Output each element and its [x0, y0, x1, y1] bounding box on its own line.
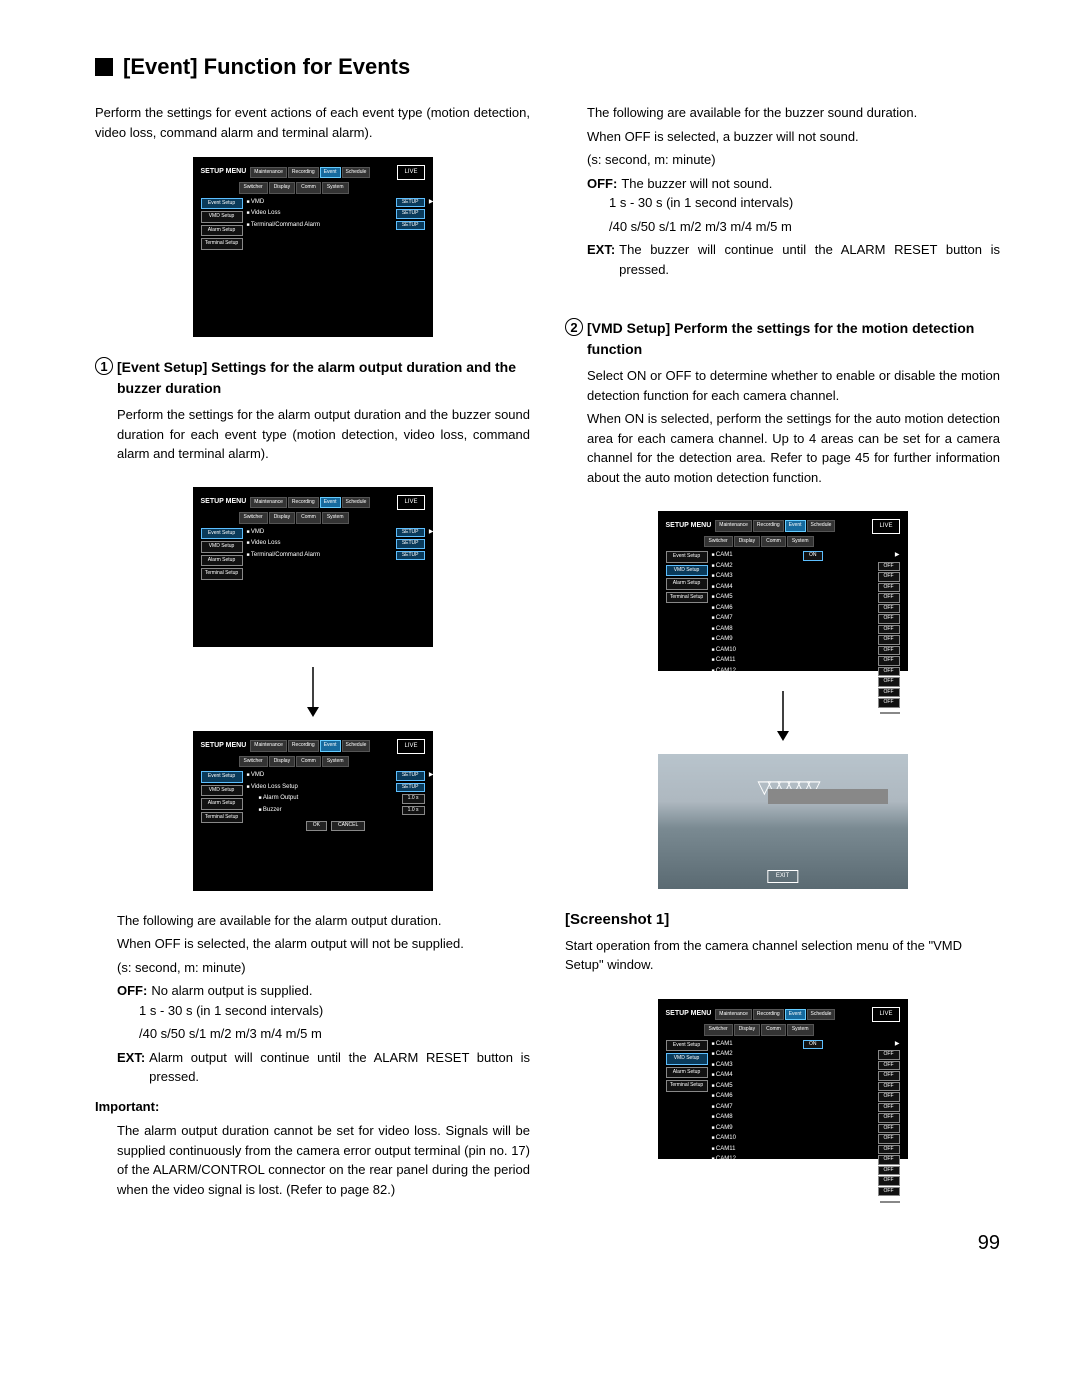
figure-1: SETUP MENU Maintenance Recording Event S… [193, 157, 433, 337]
cam-row: CAM11OFF [712, 1145, 900, 1155]
cam-row: CAM3OFF [712, 572, 900, 582]
important-label: Important: [95, 1097, 530, 1117]
live-label: LIVE [397, 165, 424, 180]
screenshot1-text: Start operation from the camera channel … [565, 936, 1000, 975]
cam-row: CAM8OFF [712, 625, 900, 635]
tab: Recording [288, 167, 319, 179]
page-number: 99 [95, 1228, 1000, 1258]
roof-bar [768, 789, 888, 804]
cam-row: CAM11OFF [712, 656, 900, 666]
cam-row: CAM2OFF [712, 562, 900, 572]
exit-label: EXIT [767, 870, 798, 883]
sect1-p1: Perform the settings for the alarm outpu… [117, 405, 530, 464]
cam-row: CAM7OFF [712, 614, 900, 624]
screenshot1-head: [Screenshot 1] [565, 909, 1000, 932]
cam-row: CAM6OFF [712, 604, 900, 614]
title-text: [Event] Function for Events [123, 50, 410, 83]
section1-head: 1 [Event Setup] Settings for the alarm o… [95, 357, 530, 399]
cam-row: CAM6OFF [712, 1092, 900, 1102]
figure-3: SETUP MENU Maintenance Recording Event S… [193, 731, 433, 891]
cam-row: CAM12OFF [712, 1155, 900, 1165]
circled-1: 1 [95, 357, 113, 375]
cam-row: CAM10OFF [712, 646, 900, 656]
figure-5-photo: ▽▽▽▽▽▽ EXIT [658, 754, 908, 889]
cam-row: CAM16 [712, 1197, 900, 1206]
cam-row: CAM4OFF [712, 583, 900, 593]
cam-row: CAM7OFF [712, 1103, 900, 1113]
cam-row: CAM13OFF [712, 1166, 900, 1176]
tab: Schedule [342, 167, 371, 179]
figure-2: SETUP MENU Maintenance Recording Event S… [193, 487, 433, 647]
cam-row: CAM1ON▶ [712, 1040, 900, 1050]
cam-row: CAM1ON▶ [712, 551, 900, 561]
cam-row: CAM9OFF [712, 635, 900, 645]
cam-row: CAM8OFF [712, 1113, 900, 1123]
circled-2: 2 [565, 318, 583, 336]
cam-row: CAM9OFF [712, 1124, 900, 1134]
cam-row: CAM10OFF [712, 1134, 900, 1144]
cam-row: CAM4OFF [712, 1071, 900, 1081]
intro-text: Perform the settings for event actions o… [95, 103, 530, 142]
cam-row: CAM5OFF [712, 1082, 900, 1092]
tab: Event [320, 167, 341, 179]
col-left: Perform the settings for event actions o… [95, 103, 530, 1203]
col-right: The following are available for the buzz… [565, 103, 1000, 1203]
fig-sidebar: Event Setup VMD Setup Alarm Setup Termin… [201, 198, 243, 252]
section2-head: 2 [VMD Setup] Perform the settings for t… [565, 318, 1000, 360]
cam-row: CAM2OFF [712, 1050, 900, 1060]
cam-list-2: CAM1ON▶CAM2OFFCAM3OFFCAM4OFFCAM5OFFCAM6O… [712, 1040, 900, 1207]
figure-6: SETUP MENU Maintenance Recording Event S… [658, 999, 908, 1159]
cam-row: CAM3OFF [712, 1061, 900, 1071]
cam-row: CAM14OFF [712, 1176, 900, 1186]
title-square [95, 58, 113, 76]
page-title: [Event] Function for Events [95, 50, 1000, 83]
tab: Maintenance [250, 167, 287, 179]
cam-row: CAM15OFF [712, 1187, 900, 1197]
cam-row: CAM12OFF [712, 667, 900, 677]
arrow-down [95, 667, 530, 723]
important-text: The alarm output duration cannot be set … [117, 1121, 530, 1199]
cam-row: CAM13OFF [712, 677, 900, 687]
cam-row: CAM5OFF [712, 593, 900, 603]
figure-4: SETUP MENU Maintenance Recording Event S… [658, 511, 908, 671]
arrow-down [565, 691, 1000, 747]
setup-menu-label: SETUP MENU [201, 167, 247, 178]
